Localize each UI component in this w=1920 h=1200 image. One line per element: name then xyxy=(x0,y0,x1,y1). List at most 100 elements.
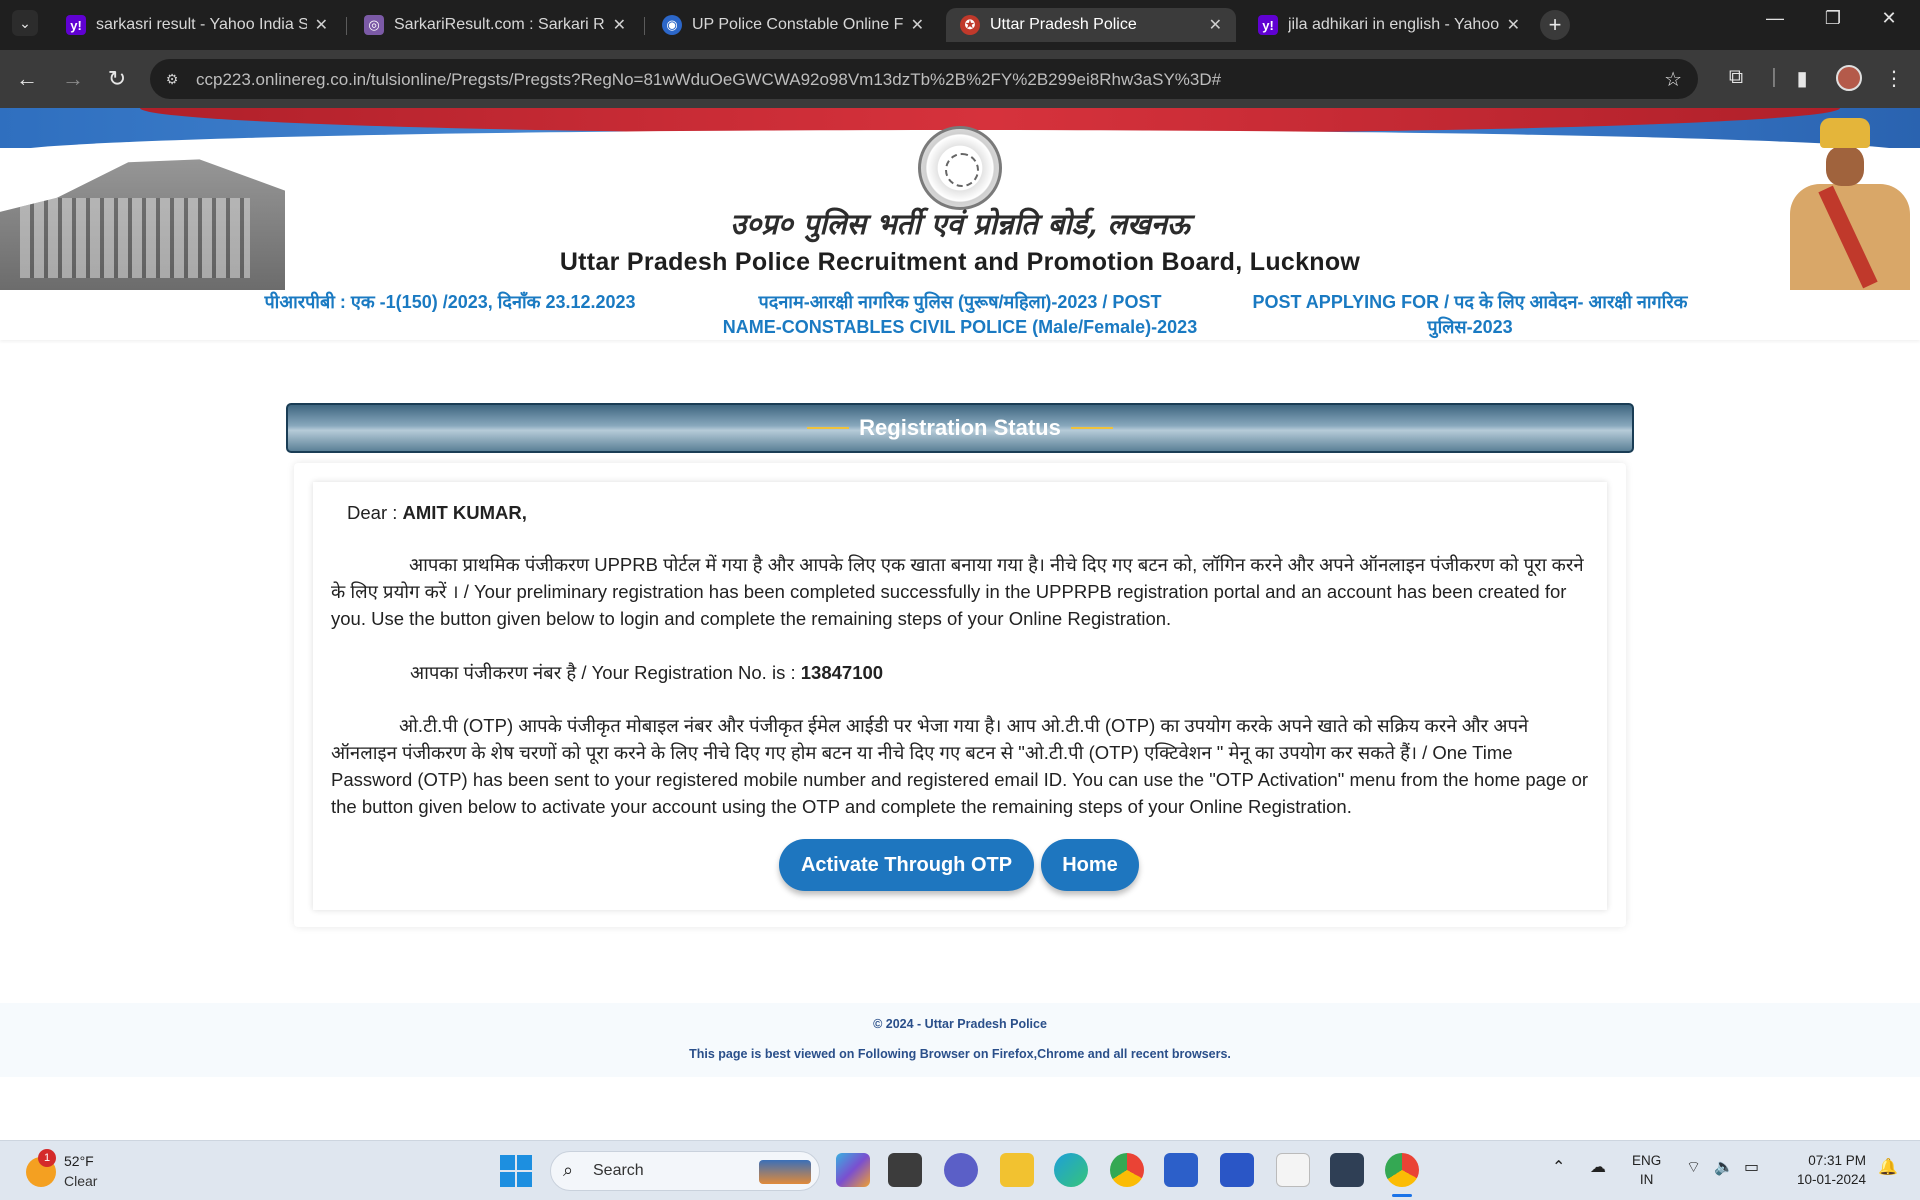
close-tab-icon[interactable]: ✕ xyxy=(1209,15,1222,35)
profile-avatar[interactable] xyxy=(1836,65,1862,91)
onedrive-cloud-icon[interactable]: ☁ xyxy=(1590,1157,1606,1177)
language-code: ENG xyxy=(1632,1153,1662,1168)
copyright-text: © 2024 - Uttar Pradesh Police xyxy=(873,1017,1047,1031)
weather-widget[interactable]: 1 52°F Clear xyxy=(24,1149,114,1193)
post-applying-line1: POST APPLYING FOR / पद के लिए आवेदन- आरक… xyxy=(1252,292,1688,312)
registration-number-line: आपका पंजीकरण नंबर है / Your Registration… xyxy=(410,659,1672,686)
reload-icon[interactable]: ↻ xyxy=(102,64,132,94)
browser-toolbar: ← → ↻ ⚙ ccp223.onlinereg.co.in/tulsionli… xyxy=(0,50,1920,108)
browser-tab-strip: ⌄ y! sarkasri result - Yahoo India Sea ✕… xyxy=(0,0,1920,50)
tab-yahoo-sarkasri[interactable]: y! sarkasri result - Yahoo India Sea ✕ xyxy=(52,8,342,42)
registration-status-title: Registration Status xyxy=(859,415,1061,440)
tab-yahoo-jila-adhikari[interactable]: y! jila adhikari in english - Yahoo I ✕ xyxy=(1244,8,1534,42)
taskbar-search[interactable]: ⌕ Search xyxy=(550,1151,820,1191)
notepad-icon[interactable] xyxy=(1276,1153,1310,1187)
close-tab-icon[interactable]: ✕ xyxy=(613,15,626,35)
weather-condition: Clear xyxy=(64,1173,98,1189)
tab-title: jila adhikari in english - Yahoo I xyxy=(1288,16,1499,33)
search-highlight-image xyxy=(759,1160,811,1184)
page-footer: © 2024 - Uttar Pradesh Police This page … xyxy=(0,1003,1920,1077)
post-applying-for: POST APPLYING FOR / पद के लिए आवेदन- आरक… xyxy=(1230,290,1710,340)
show-hidden-icons-chevron-icon[interactable]: ⌃ xyxy=(1552,1157,1565,1177)
restore-icon[interactable]: ❐ xyxy=(1810,8,1856,29)
url-text[interactable]: ccp223.onlinereg.co.in/tulsionline/Pregs… xyxy=(196,70,1221,90)
post-name-line1: पदनाम-आरक्षी नागरिक पुलिस (पुरूष/महिला)-… xyxy=(758,292,1162,312)
notification-reference: पीआरपीबी : एक -1(150) /2023, दिनाँक 23.1… xyxy=(264,292,636,312)
greeting: Dear : AMIT KUMAR, xyxy=(347,499,1609,526)
police-icon: ✪ xyxy=(960,15,980,35)
close-window-icon[interactable]: ✕ xyxy=(1866,8,1912,29)
microsoft-store-icon[interactable] xyxy=(1164,1153,1198,1187)
task-view-icon[interactable] xyxy=(888,1153,922,1187)
tab-divider xyxy=(346,17,347,35)
site-banner: उ०प्र० पुलिस भर्ती एवं प्रोन्नति बोर्ड, … xyxy=(0,108,1920,290)
minimize-icon[interactable]: — xyxy=(1752,8,1798,29)
site-info-icon[interactable]: ⚙ xyxy=(162,69,182,89)
battery-icon[interactable]: ▭ xyxy=(1744,1157,1759,1177)
teams-chat-icon[interactable] xyxy=(944,1153,978,1187)
tab-title: Uttar Pradesh Police xyxy=(990,16,1137,33)
clock-time: 07:31 PM xyxy=(1808,1153,1866,1168)
registration-message: आपका प्राथमिक पंजीकरण UPPRB पोर्टल में ग… xyxy=(331,554,1584,629)
search-icon: ⌕ xyxy=(563,1160,574,1180)
otp-message: ओ.टी.पी (OTP) आपके पंजीकृत मोबाइल नंबर औ… xyxy=(331,715,1589,817)
weather-badge: 1 xyxy=(38,1149,56,1167)
clock-date: 10-01-2024 xyxy=(1796,1172,1866,1187)
browser-compat-note: This page is best viewed on Following Br… xyxy=(689,1047,1231,1061)
app-m-icon[interactable] xyxy=(1220,1153,1254,1187)
notification-bell-icon[interactable]: 🔔 xyxy=(1878,1157,1898,1177)
board-title-hindi: उ०प्र० पुलिस भर्ती एवं प्रोन्नति बोर्ड, … xyxy=(730,207,1190,241)
forward-arrow-icon[interactable]: → xyxy=(58,64,88,94)
tab-uttar-pradesh-police[interactable]: ✪ Uttar Pradesh Police ✕ xyxy=(946,8,1236,42)
tab-search-chevron-icon[interactable]: ⌄ xyxy=(12,10,38,36)
post-name-line2: NAME-CONSTABLES CIVIL POLICE (Male/Femal… xyxy=(722,317,1198,337)
app-dh-icon[interactable] xyxy=(1330,1153,1364,1187)
weather-temperature: 52°F xyxy=(64,1153,94,1169)
file-explorer-icon[interactable] xyxy=(1000,1153,1034,1187)
windows-start-icon[interactable] xyxy=(500,1155,532,1187)
active-app-indicator xyxy=(1392,1194,1412,1197)
chrome-icon[interactable] xyxy=(1110,1153,1144,1187)
yahoo-icon: y! xyxy=(66,15,86,35)
tab-divider xyxy=(644,17,645,35)
region-code: IN xyxy=(1639,1172,1654,1187)
edge-icon[interactable] xyxy=(1054,1153,1088,1187)
extensions-icon[interactable]: ⧉ xyxy=(1722,66,1750,89)
header-rule-left xyxy=(806,427,849,429)
close-tab-icon[interactable]: ✕ xyxy=(315,15,328,35)
post-name: पदनाम-आरक्षी नागरिक पुलिस (पुरूष/महिला)-… xyxy=(700,290,1220,340)
tab-title: UP Police Constable Online For xyxy=(692,16,903,33)
volume-icon[interactable]: 🔈 xyxy=(1714,1157,1734,1177)
back-arrow-icon[interactable]: ← xyxy=(12,64,42,94)
upprpb-emblem-logo xyxy=(918,126,1002,210)
home-button[interactable]: Home xyxy=(1041,839,1139,891)
sarkari-icon: ◎ xyxy=(364,15,384,35)
close-tab-icon[interactable]: ✕ xyxy=(1507,15,1520,35)
tab-up-police-form[interactable]: ◉ UP Police Constable Online For ✕ xyxy=(648,8,938,42)
registration-number: 13847100 xyxy=(800,662,884,683)
menu-kebab-icon[interactable]: ⋮ xyxy=(1880,66,1908,91)
copilot-icon[interactable] xyxy=(836,1153,870,1187)
close-tab-icon[interactable]: ✕ xyxy=(911,15,924,35)
tab-title: SarkariResult.com : Sarkari Resu xyxy=(394,16,605,33)
tab-sarkariresult[interactable]: ◎ SarkariResult.com : Sarkari Resu ✕ xyxy=(350,8,640,42)
toolbar-divider: | xyxy=(1771,66,1777,88)
taskbar-search-label: Search xyxy=(593,1162,644,1179)
registration-number-label: आपका पंजीकरण नंबर है / Your Registration… xyxy=(410,662,801,683)
globe-icon: ◉ xyxy=(662,15,682,35)
activate-through-otp-button[interactable]: Activate Through OTP xyxy=(779,839,1034,891)
wifi-icon[interactable]: ⌔ xyxy=(1686,1157,1701,1177)
taskbar-clock[interactable]: 07:31 PM 10-01-2024 xyxy=(1780,1151,1866,1189)
yahoo-icon: y! xyxy=(1258,15,1278,35)
windows-taskbar: 1 52°F Clear ⌕ Search ⌃ ☁ ENG IN ⌔ 🔈 ▭ 0… xyxy=(0,1140,1920,1200)
registration-status-header: Registration Status xyxy=(286,403,1634,453)
bookmark-star-icon[interactable]: ☆ xyxy=(1664,67,1682,92)
address-bar[interactable]: ⚙ ccp223.onlinereg.co.in/tulsionline/Pre… xyxy=(150,59,1698,99)
chrome-active-icon[interactable] xyxy=(1385,1153,1419,1187)
tab-title: sarkasri result - Yahoo India Sea xyxy=(96,16,307,33)
post-info-bar: पीआरपीबी : एक -1(150) /2023, दिनाँक 23.1… xyxy=(0,290,1920,340)
language-indicator[interactable]: ENG IN xyxy=(1632,1151,1661,1189)
side-panel-icon[interactable]: ▮ xyxy=(1788,66,1816,91)
post-applying-line2: पुलिस-2023 xyxy=(1427,317,1513,337)
new-tab-plus-icon[interactable]: + xyxy=(1540,10,1570,40)
